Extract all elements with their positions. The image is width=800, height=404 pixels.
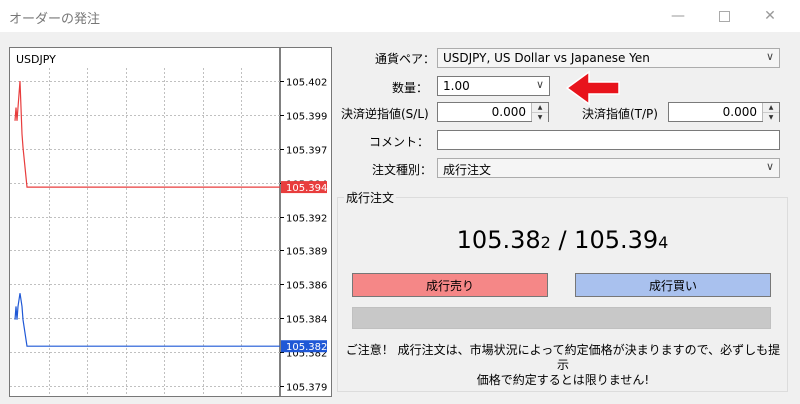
pair-value: USDJPY, US Dollar vs Japanese Yen [443,51,650,65]
pair-label: 通貨ペア： [375,52,436,66]
y-tick-label: 105.386 [286,281,327,292]
y-tick-label: 105.389 [286,247,327,258]
bid-price-main: 105.38 [456,226,541,254]
ask-price-main: 105.39 [574,226,659,254]
sl-input[interactable]: 0.000 ▲ ▼ [437,102,549,122]
y-tick-label: 105.384 [286,315,327,326]
tp-input[interactable]: 0.000 ▲ ▼ [668,102,780,122]
bid-price-line [14,293,280,347]
y-tick-label: 105.402 [286,78,327,89]
y-tick-label: 105.399 [286,112,327,123]
chevron-down-icon: ∨ [535,78,544,91]
sl-value: 0.000 [491,105,526,119]
bid-price-tag: 105.382 [286,342,327,353]
volume-label: 数量： [392,81,429,95]
price-separator: / [550,226,575,254]
sl-spinner[interactable]: ▲ ▼ [531,103,548,122]
chart-canvas: 105.402 105.399 105.397 105.394 105.392 105.3… [10,48,327,396]
tp-spinner[interactable]: ▲ ▼ [762,103,779,122]
red-arrow-annotation [565,70,620,106]
tp-label: 決済指値(T/P) [582,107,658,121]
comment-input[interactable] [437,130,780,150]
progress-bar [352,307,771,329]
tp-value: 0.000 [722,105,757,119]
maximize-icon[interactable] [701,0,747,32]
order-type-label: 注文種別： [372,163,433,177]
sl-label: 決済逆指値(S/L) [341,107,429,121]
y-tick-label: 105.379 [286,383,327,394]
y-tick-label: 105.397 [286,146,327,157]
chevron-down-icon: ∨ [765,50,774,63]
pair-select[interactable]: USDJPY, US Dollar vs Japanese Yen ∨ [437,48,780,68]
price-chart: USDJPY 105.402105.399105.397105.394105.3… [9,47,332,397]
ask-price-tag: 105.394 [286,183,327,194]
ask-price-line [14,80,280,188]
buy-by-market-button[interactable]: 成行買い [575,273,771,297]
volume-value: 1.00 [443,79,470,93]
window-title: オーダーの発注 [9,12,101,27]
chevron-down-icon: ∨ [765,160,774,173]
ask-price-last-digit: 4 [658,233,669,252]
notice-line-2: 価格で約定するとは限りません! [476,373,650,387]
market-order-group-label: 成行注文 [344,189,397,206]
order-type-select[interactable]: 成行注文 ∨ [437,158,780,178]
notice-text: ご注意！ 成行注文は、市場状況によって約定価格が決まりますので、必ずしも提示 価… [340,343,786,388]
minimize-icon[interactable]: — [655,0,701,32]
title-bar: オーダーの発注 — ✕ [0,0,800,32]
order-type-value: 成行注文 [443,163,492,177]
close-icon[interactable]: ✕ [747,0,793,32]
sell-by-market-button[interactable]: 成行売り [352,273,548,297]
price-display: 105.382 / 105.394 [337,226,788,254]
volume-select[interactable]: 1.00 ∨ [437,76,550,96]
y-tick-label: 105.392 [286,214,327,225]
bid-price-last-digit: 2 [540,233,551,252]
comment-label: コメント： [369,135,430,149]
notice-line-1: ご注意！ 成行注文は、市場状況によって約定価格が決まりますので、必ずしも提示 [345,343,781,372]
